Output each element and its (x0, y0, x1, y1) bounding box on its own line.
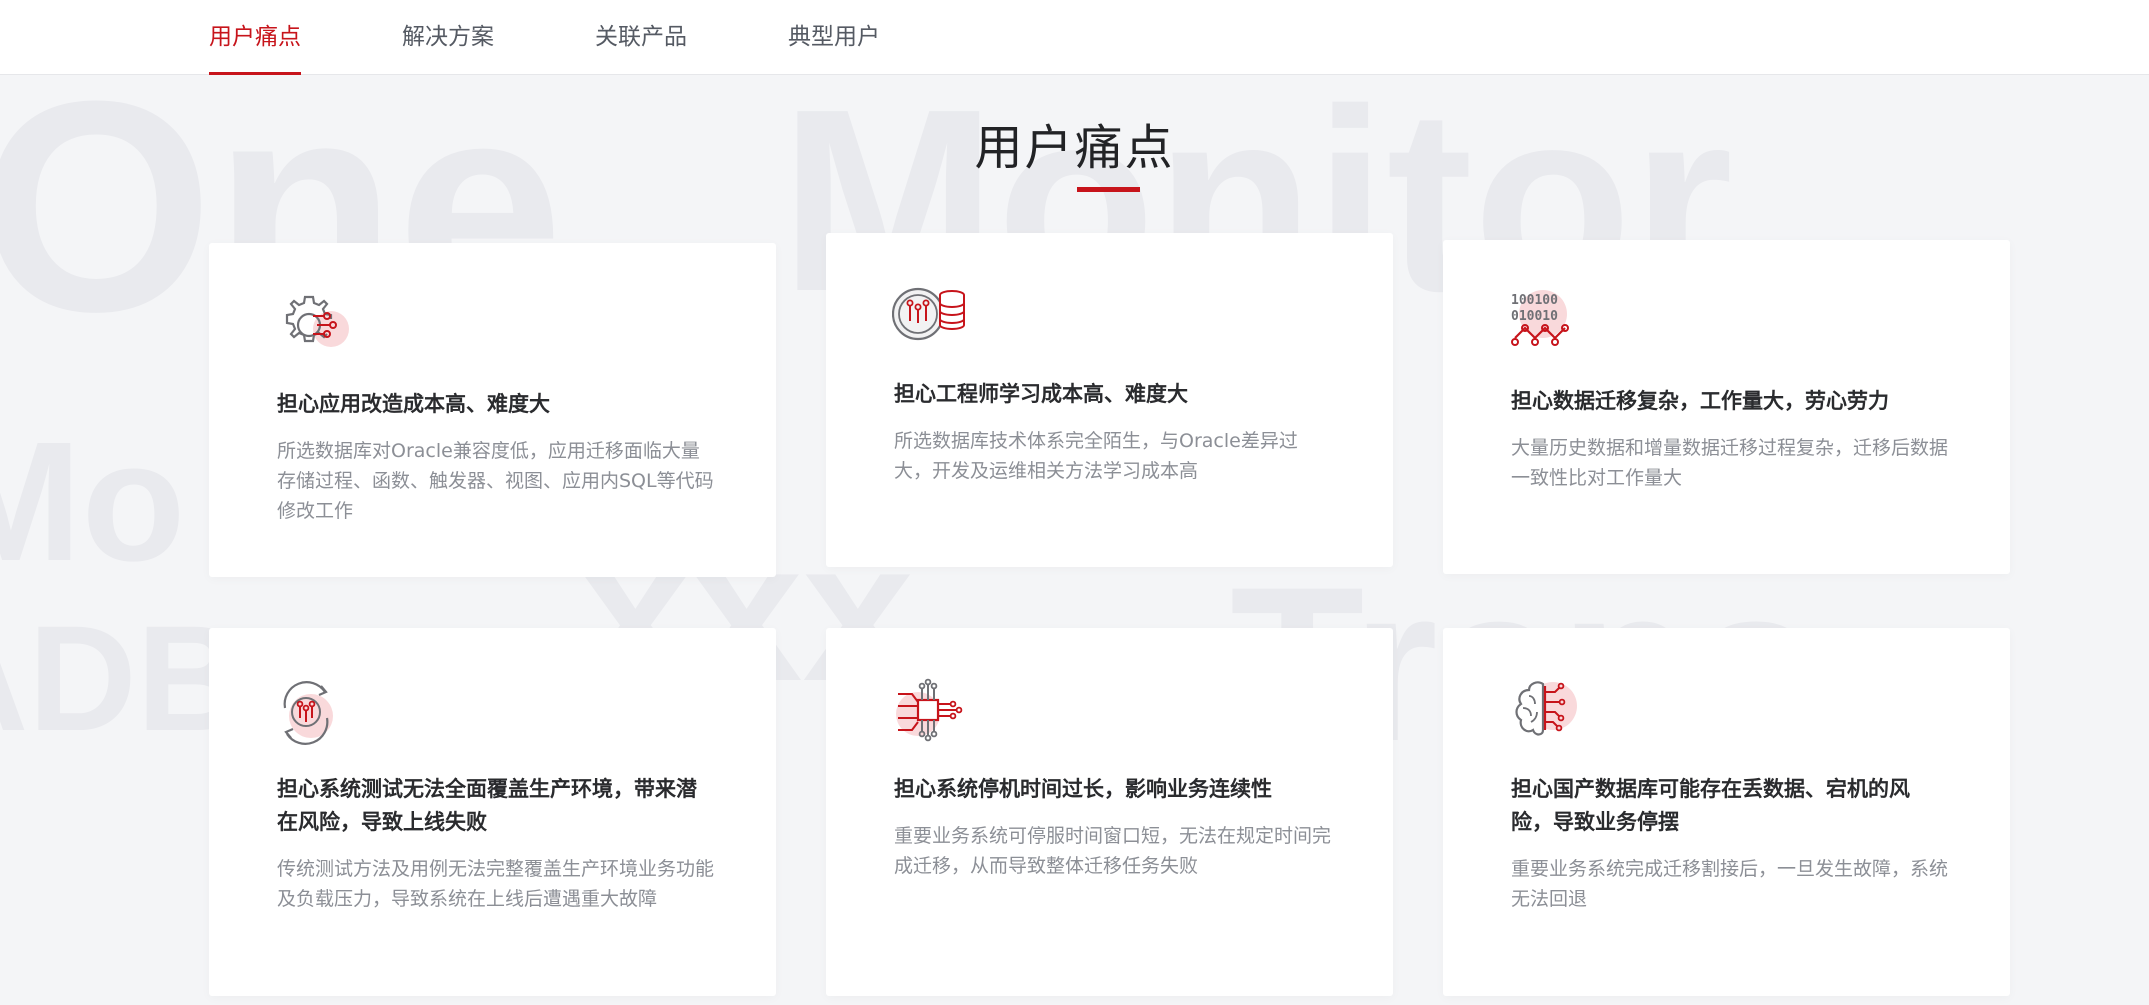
top-nav: 用户痛点 解决方案 关联产品 典型用户 (0, 0, 2149, 75)
database-learning-icon (892, 287, 965, 341)
pain-point-card: 担心国产数据库可能存在丢数据、宕机的风险，导致业务停摆 重要业务系统完成迁移割接… (1443, 628, 2010, 996)
tab-label: 用户痛点 (209, 24, 301, 50)
title-underline (1077, 187, 1140, 192)
tab-solutions[interactable]: 解决方案 (402, 0, 494, 75)
card-title: 担心系统测试无法全面覆盖生产环境，带来潜在风险，导致上线失败 (277, 777, 697, 834)
tab-label: 关联产品 (595, 24, 687, 50)
tab-label: 典型用户 (788, 24, 880, 50)
svg-text:010010: 010010 (1511, 309, 1558, 324)
nav-tabs: 用户痛点 解决方案 关联产品 典型用户 (209, 0, 981, 75)
svg-text:100100: 100100 (1511, 293, 1558, 308)
tab-related-products[interactable]: 关联产品 (595, 0, 687, 75)
tab-user-pain-points[interactable]: 用户痛点 (209, 0, 301, 75)
card-description: 所选数据库对Oracle兼容度低，应用迁移面临大量存储过程、函数、触发器、视图、… (277, 440, 714, 522)
pain-point-card: 100100 010010 担心数据迁移复杂，工作量大，劳心劳力 大量历史数据和… (1443, 240, 2010, 574)
pain-point-card: 担心应用改造成本高、难度大 所选数据库对Oracle兼容度低，应用迁移面临大量存… (209, 243, 776, 577)
card-description: 重要业务系统完成迁移割接后，一旦发生故障，系统无法回退 (1511, 858, 1949, 910)
page: One Monitor Mo ADB xxx Trans 用户痛点 解决方案 关… (0, 0, 2149, 1005)
card-description: 传统测试方法及用例无法完整覆盖生产环境业务功能及负载压力，导致系统在上线后遭遇重… (277, 858, 715, 910)
pain-point-card: 担心系统测试无法全面覆盖生产环境，带来潜在风险，导致上线失败 传统测试方法及用例… (209, 628, 776, 996)
card-title: 担心应用改造成本高、难度大 (277, 392, 550, 416)
card-description: 大量历史数据和增量数据迁移过程复杂，迁移后数据一致性比对工作量大 (1511, 437, 1949, 489)
svg-text:Mo: Mo (0, 407, 185, 597)
section-title: 用户痛点 (974, 120, 1175, 176)
card-title: 担心工程师学习成本高、难度大 (894, 382, 1188, 406)
pain-point-card: 担心工程师学习成本高、难度大 所选数据库技术体系完全陌生，与Oracle差异过大… (826, 233, 1393, 567)
active-tab-indicator (209, 72, 301, 75)
tab-label: 解决方案 (402, 24, 494, 50)
pain-point-card: 担心系统停机时间过长，影响业务连续性 重要业务系统可停服时间窗口短，无法在规定时… (826, 628, 1393, 996)
tab-typical-users[interactable]: 典型用户 (788, 0, 880, 75)
cycle-test-icon (283, 681, 333, 745)
card-title: 担心国产数据库可能存在丢数据、宕机的风险，导致业务停摆 (1511, 777, 1910, 834)
gear-circuit-icon (285, 295, 349, 347)
binary-data-icon: 100100 010010 (1511, 290, 1569, 346)
card-description: 所选数据库技术体系完全陌生，与Oracle差异过大，开发及运维相关方法学习成本高 (894, 430, 1298, 482)
card-title: 担心数据迁移复杂，工作量大，劳心劳力 (1511, 389, 1889, 413)
brain-risk-icon (1515, 681, 1577, 736)
card-title: 担心系统停机时间过长，影响业务连续性 (894, 777, 1272, 801)
chip-downtime-icon (896, 678, 963, 742)
card-description: 重要业务系统可停服时间窗口短，无法在规定时间完成迁移，从而导致整体迁移任务失败 (894, 825, 1332, 877)
